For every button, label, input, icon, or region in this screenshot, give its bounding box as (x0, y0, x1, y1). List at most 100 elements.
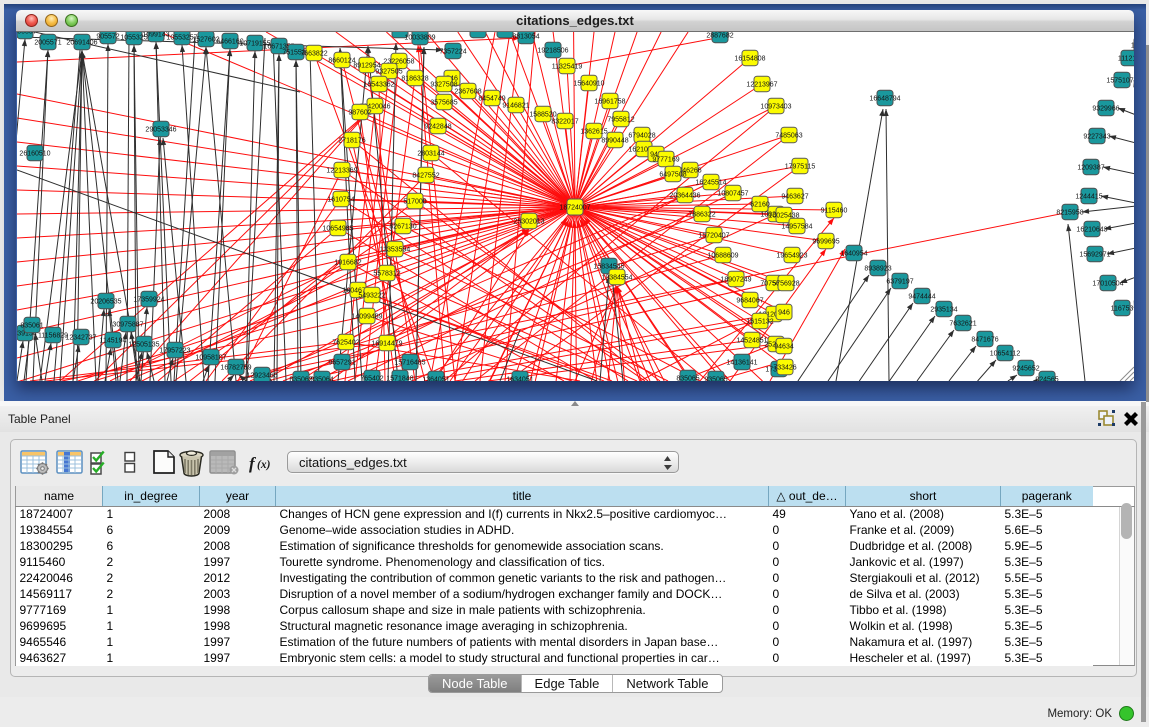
svg-text:19218506: 19218506 (537, 48, 568, 55)
svg-text:1640954: 1640954 (840, 251, 867, 258)
svg-text:9327508: 9327508 (430, 82, 457, 89)
svg-text:835062: 835062 (289, 377, 312, 382)
svg-text:15692971: 15692971 (1079, 252, 1110, 259)
svg-text:835061: 835061 (20, 323, 43, 330)
svg-text:8990448: 8990448 (601, 138, 628, 145)
svg-text:5756928: 5756928 (772, 281, 799, 288)
svg-text:116753: 116753 (1111, 306, 1134, 313)
svg-text:12213369: 12213369 (326, 168, 357, 175)
svg-text:20206535: 20206535 (90, 299, 121, 306)
svg-text:9463627: 9463627 (781, 194, 808, 201)
svg-text:5493222: 5493222 (358, 293, 385, 300)
svg-text:733426: 733426 (773, 365, 796, 372)
svg-text:2718176: 2718176 (338, 138, 365, 145)
svg-text:16648794: 16648794 (869, 96, 900, 103)
svg-text:1634051: 1634051 (506, 377, 533, 382)
svg-text:15640910: 15640910 (573, 81, 604, 88)
svg-text:11325419: 11325419 (552, 64, 583, 71)
svg-text:1588520: 1588520 (529, 112, 556, 119)
svg-text:12342737: 12342737 (65, 335, 96, 342)
svg-text:20691406: 20691406 (66, 40, 97, 47)
svg-text:6379197: 6379197 (886, 279, 913, 286)
svg-text:9115460: 9115460 (821, 208, 848, 215)
svg-text:16961758: 16961758 (594, 99, 625, 106)
svg-text:19654923: 19654923 (776, 253, 807, 260)
svg-text:8215958: 8215958 (1056, 210, 1083, 217)
svg-text:1615132: 1615132 (746, 319, 773, 326)
svg-text:2887682: 2887682 (706, 33, 733, 40)
svg-text:9474444: 9474444 (908, 294, 935, 301)
svg-text:62160: 62160 (750, 202, 770, 209)
svg-text:10688609: 10688609 (707, 253, 738, 260)
svg-text:8813054: 8813054 (512, 34, 539, 41)
svg-text:1571848: 1571848 (386, 376, 413, 382)
svg-text:10654112: 10654112 (990, 351, 1021, 358)
svg-text:7886322: 7886322 (688, 212, 715, 219)
svg-text:9327505: 9327505 (375, 69, 402, 76)
svg-text:987602: 987602 (348, 110, 371, 117)
svg-text:9242848: 9242848 (424, 124, 451, 131)
svg-text:9329966: 9329966 (1092, 106, 1119, 113)
svg-text:111213: 111213 (1118, 56, 1134, 63)
svg-text:8454749: 8454749 (478, 96, 505, 103)
svg-text:517006: 517006 (403, 199, 426, 206)
svg-text:7663822: 7663822 (300, 51, 327, 58)
svg-text:16782759: 16782759 (220, 365, 251, 372)
svg-text:1364051: 1364051 (422, 377, 449, 382)
svg-text:15751074: 15751074 (1106, 78, 1134, 85)
svg-text:(x): (x) (257, 459, 271, 471)
svg-text:1610754: 1610754 (327, 197, 354, 204)
svg-text:14136141: 14136141 (726, 360, 757, 367)
svg-text:17957223: 17957223 (159, 348, 190, 355)
svg-text:9227343: 9227343 (1083, 134, 1110, 141)
svg-text:7485063: 7485063 (775, 133, 802, 140)
svg-text:935065: 935065 (704, 377, 727, 382)
svg-text:9245652: 9245652 (1012, 366, 1039, 373)
svg-text:16543362: 16543362 (363, 82, 394, 89)
svg-text:3575685: 3575685 (430, 100, 457, 107)
svg-text:14099489: 14099489 (351, 314, 382, 321)
svg-text:1244415: 1244415 (1075, 194, 1102, 201)
svg-text:2935134: 2935134 (930, 307, 957, 314)
svg-text:10807457: 10807457 (717, 191, 748, 198)
svg-text:f: f (249, 454, 257, 473)
svg-text:18907249: 18907249 (720, 277, 751, 284)
svg-text:19384554: 19384554 (601, 275, 632, 282)
svg-text:30975887: 30975887 (112, 322, 143, 329)
svg-text:10654985: 10654985 (322, 226, 353, 233)
svg-text:14957584: 14957584 (781, 224, 812, 231)
svg-text:1916682: 1916682 (334, 260, 361, 267)
svg-text:5578312: 5578312 (373, 271, 400, 278)
svg-text:17010504: 17010504 (1092, 281, 1123, 288)
svg-text:8427552: 8427552 (412, 173, 439, 180)
svg-text:16914479: 16914479 (371, 341, 402, 348)
svg-text:7955812: 7955812 (607, 117, 634, 124)
svg-text:7632621: 7632621 (949, 321, 976, 328)
svg-text:10033809: 10033809 (404, 35, 435, 42)
svg-text:905572: 905572 (96, 34, 119, 41)
svg-text:29053346: 29053346 (145, 127, 176, 134)
svg-text:2005571: 2005571 (34, 40, 61, 47)
svg-text:12213967: 12213967 (746, 82, 777, 89)
svg-text:946: 946 (778, 310, 790, 317)
svg-text:9684067: 9684067 (736, 298, 763, 305)
svg-text:15720407: 15720407 (698, 233, 729, 240)
svg-text:8471676: 8471676 (971, 337, 998, 344)
svg-text:8186328: 8186328 (401, 76, 428, 83)
svg-text:835065: 835065 (676, 376, 699, 382)
svg-text:7625402: 7625402 (332, 340, 359, 347)
svg-text:9777169: 9777169 (652, 157, 679, 164)
svg-text:2803144: 2803144 (417, 151, 444, 158)
svg-text:765402: 765402 (360, 376, 383, 382)
svg-text:25302013: 25302013 (513, 219, 544, 226)
svg-text:8938923: 8938923 (864, 266, 891, 273)
svg-text:10973403: 10973403 (760, 104, 791, 111)
svg-text:18724007: 18724007 (559, 205, 590, 212)
svg-text:6497508: 6497508 (659, 172, 686, 179)
svg-text:7357224: 7357224 (439, 49, 466, 56)
svg-text:1145194: 1145194 (100, 338, 127, 345)
svg-text:935064: 935064 (310, 377, 333, 382)
svg-text:9657291: 9657291 (328, 360, 355, 367)
svg-text:200557: 200557 (17, 32, 37, 36)
svg-text:11156829: 11156829 (38, 333, 68, 340)
